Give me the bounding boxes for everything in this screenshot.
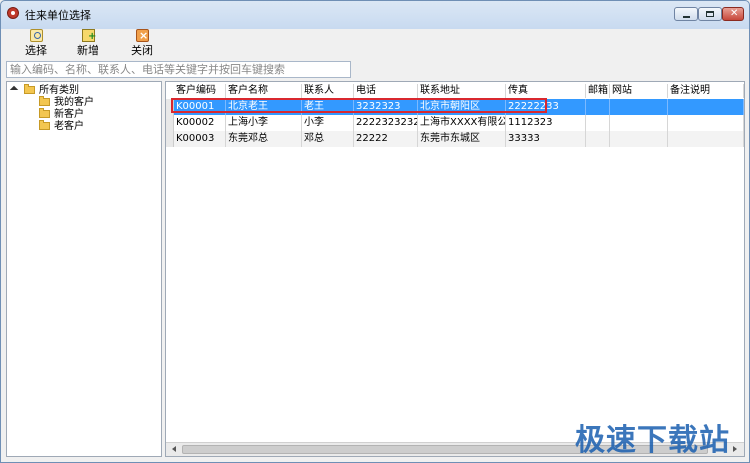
cell-phone: 22222 [354,131,418,147]
cell-contact: 老王 [302,99,354,115]
cell-address: 上海市XXXX有限公司 [418,115,506,131]
minimize-button[interactable] [674,7,698,21]
toolbar: 选择 新增 关闭 [2,27,748,59]
cell-fax: 22222233 [506,99,586,115]
folder-icon [39,108,50,118]
table-row[interactable]: K00001 北京老王 老王 3232323 北京市朝阳区 22222233 [166,99,744,115]
scroll-right-icon[interactable] [729,444,741,455]
cell-name: 北京老王 [226,99,302,115]
customer-grid: 客户编码 客户名称 联系人 电话 联系地址 传真 邮箱 网站 备注说明 K000… [165,81,745,457]
table-row[interactable]: K00003 东莞邓总 邓总 22222 东莞市东城区 33333 [166,131,744,147]
cell-email [586,115,610,131]
search-input[interactable] [6,61,351,78]
row-indicator[interactable] [166,115,174,131]
add-icon [82,29,96,42]
cell-code: K00001 [174,99,226,115]
column-header-website[interactable]: 网站 [610,84,668,98]
cell-name: 上海小李 [226,115,302,131]
dialog-window: 往来单位选择 ✕ 选择 新增 关闭 所有类别 我的客户 [0,0,750,463]
window-title: 往来单位选择 [25,9,91,22]
grid-header: 客户编码 客户名称 联系人 电话 联系地址 传真 邮箱 网站 备注说明 [166,84,744,98]
folder-icon [24,84,35,94]
tree-label: 老客户 [54,121,84,132]
select-button[interactable]: 选择 [18,27,54,59]
folder-icon [39,96,50,106]
cell-code: K00002 [174,115,226,131]
close-window-button[interactable]: ✕ [722,7,744,21]
add-label: 新增 [77,44,99,57]
cell-notes [668,131,744,147]
minimize-icon [683,16,690,18]
expand-toggle-icon[interactable] [11,87,18,94]
close-doc-icon [136,29,149,42]
cell-phone: 3232323 [354,99,418,115]
tree-item-old-customers[interactable]: 老客户 [39,120,159,133]
close-icon: ✕ [730,8,739,19]
table-row[interactable]: K00002 上海小李 小李 22223232323 上海市XXXX有限公司 1… [166,115,744,131]
cell-phone: 22223232323 [354,115,418,131]
cell-contact: 邓总 [302,131,354,147]
row-indicator[interactable] [166,131,174,147]
column-header-fax[interactable]: 传真 [506,84,586,98]
title-bar[interactable]: 往来单位选择 ✕ [1,1,749,27]
cell-name: 东莞邓总 [226,131,302,147]
maximize-button[interactable] [698,7,722,21]
cell-notes [668,99,744,115]
app-icon [7,7,19,19]
column-header-name[interactable]: 客户名称 [226,84,302,98]
watermark-logo: 极速下载站 [575,423,730,458]
add-button[interactable]: 新增 [70,27,106,59]
column-header-notes[interactable]: 备注说明 [668,84,744,98]
close-button[interactable]: 关闭 [124,27,160,59]
cell-website [610,115,668,131]
cell-code: K00003 [174,131,226,147]
column-header-email[interactable]: 邮箱 [586,84,610,98]
column-header-phone[interactable]: 电话 [354,84,418,98]
cell-website [610,99,668,115]
column-header-contact[interactable]: 联系人 [302,84,354,98]
select-label: 选择 [25,44,47,57]
row-indicator[interactable] [166,99,174,115]
cell-email [586,131,610,147]
cell-fax: 33333 [506,131,586,147]
cell-website [610,131,668,147]
scroll-left-icon[interactable] [169,444,181,455]
select-icon [30,29,43,42]
cell-address: 北京市朝阳区 [418,99,506,115]
cell-address: 东莞市东城区 [418,131,506,147]
cell-notes [668,115,744,131]
cell-fax: 1112323 [506,115,586,131]
category-tree: 所有类别 我的客户 新客户 老客户 [6,81,162,457]
cell-contact: 小李 [302,115,354,131]
maximize-icon [706,11,714,17]
column-header-code[interactable]: 客户编码 [174,84,226,98]
close-label: 关闭 [131,44,153,57]
folder-icon [39,120,50,130]
cell-email [586,99,610,115]
column-header-address[interactable]: 联系地址 [418,84,506,98]
